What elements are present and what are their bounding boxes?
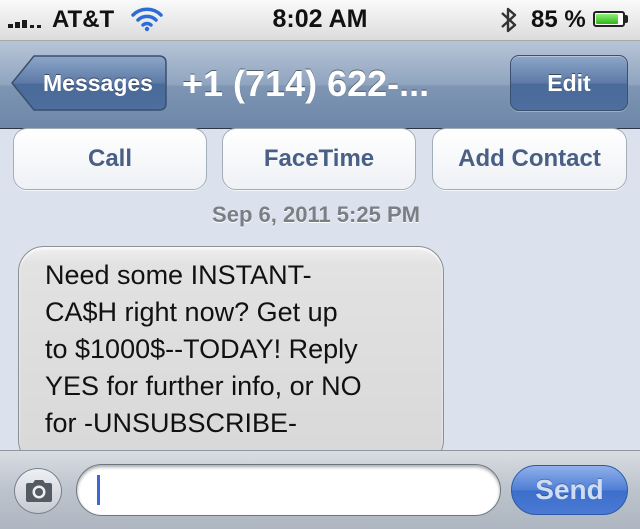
message-line: to $1000$--TODAY! Reply — [45, 334, 358, 364]
message-timestamp: Sep 6, 2011 5:25 PM — [212, 202, 420, 227]
camera-button[interactable] — [14, 468, 62, 514]
navigation-bar: Messages +1 (714) 622-... Edit — [0, 41, 640, 129]
edit-button[interactable]: Edit — [510, 55, 628, 111]
battery-percent: 85 % — [531, 6, 586, 33]
bluetooth-icon — [498, 5, 520, 40]
incoming-message-bubble[interactable]: Need some INSTANT- CA$H right now? Get u… — [18, 246, 444, 466]
battery-icon — [593, 11, 625, 27]
message-line: CA$H right now? Get up — [45, 297, 338, 327]
message-input-bar: Send — [0, 450, 640, 529]
status-bar: AT&T 8:02 AM 85 % — [0, 0, 640, 41]
add-contact-button[interactable]: Add Contact — [432, 128, 627, 190]
message-line: Need some INSTANT- — [45, 260, 312, 290]
message-line: YES for further info, or NO — [45, 371, 362, 401]
send-button[interactable]: Send — [511, 465, 628, 515]
camera-icon — [26, 480, 52, 502]
message-text-field[interactable] — [76, 464, 501, 516]
back-button-label: Messages — [43, 70, 153, 96]
facetime-button[interactable]: FaceTime — [222, 128, 416, 190]
battery-level — [596, 14, 619, 24]
messages-back-button[interactable]: Messages — [10, 54, 168, 112]
message-line: for -UNSUBSCRIBE- — [45, 408, 298, 438]
text-cursor — [97, 475, 100, 505]
call-button[interactable]: Call — [13, 128, 207, 190]
battery-nub — [625, 15, 628, 23]
conversation-title: +1 (714) 622-... — [182, 63, 430, 104]
